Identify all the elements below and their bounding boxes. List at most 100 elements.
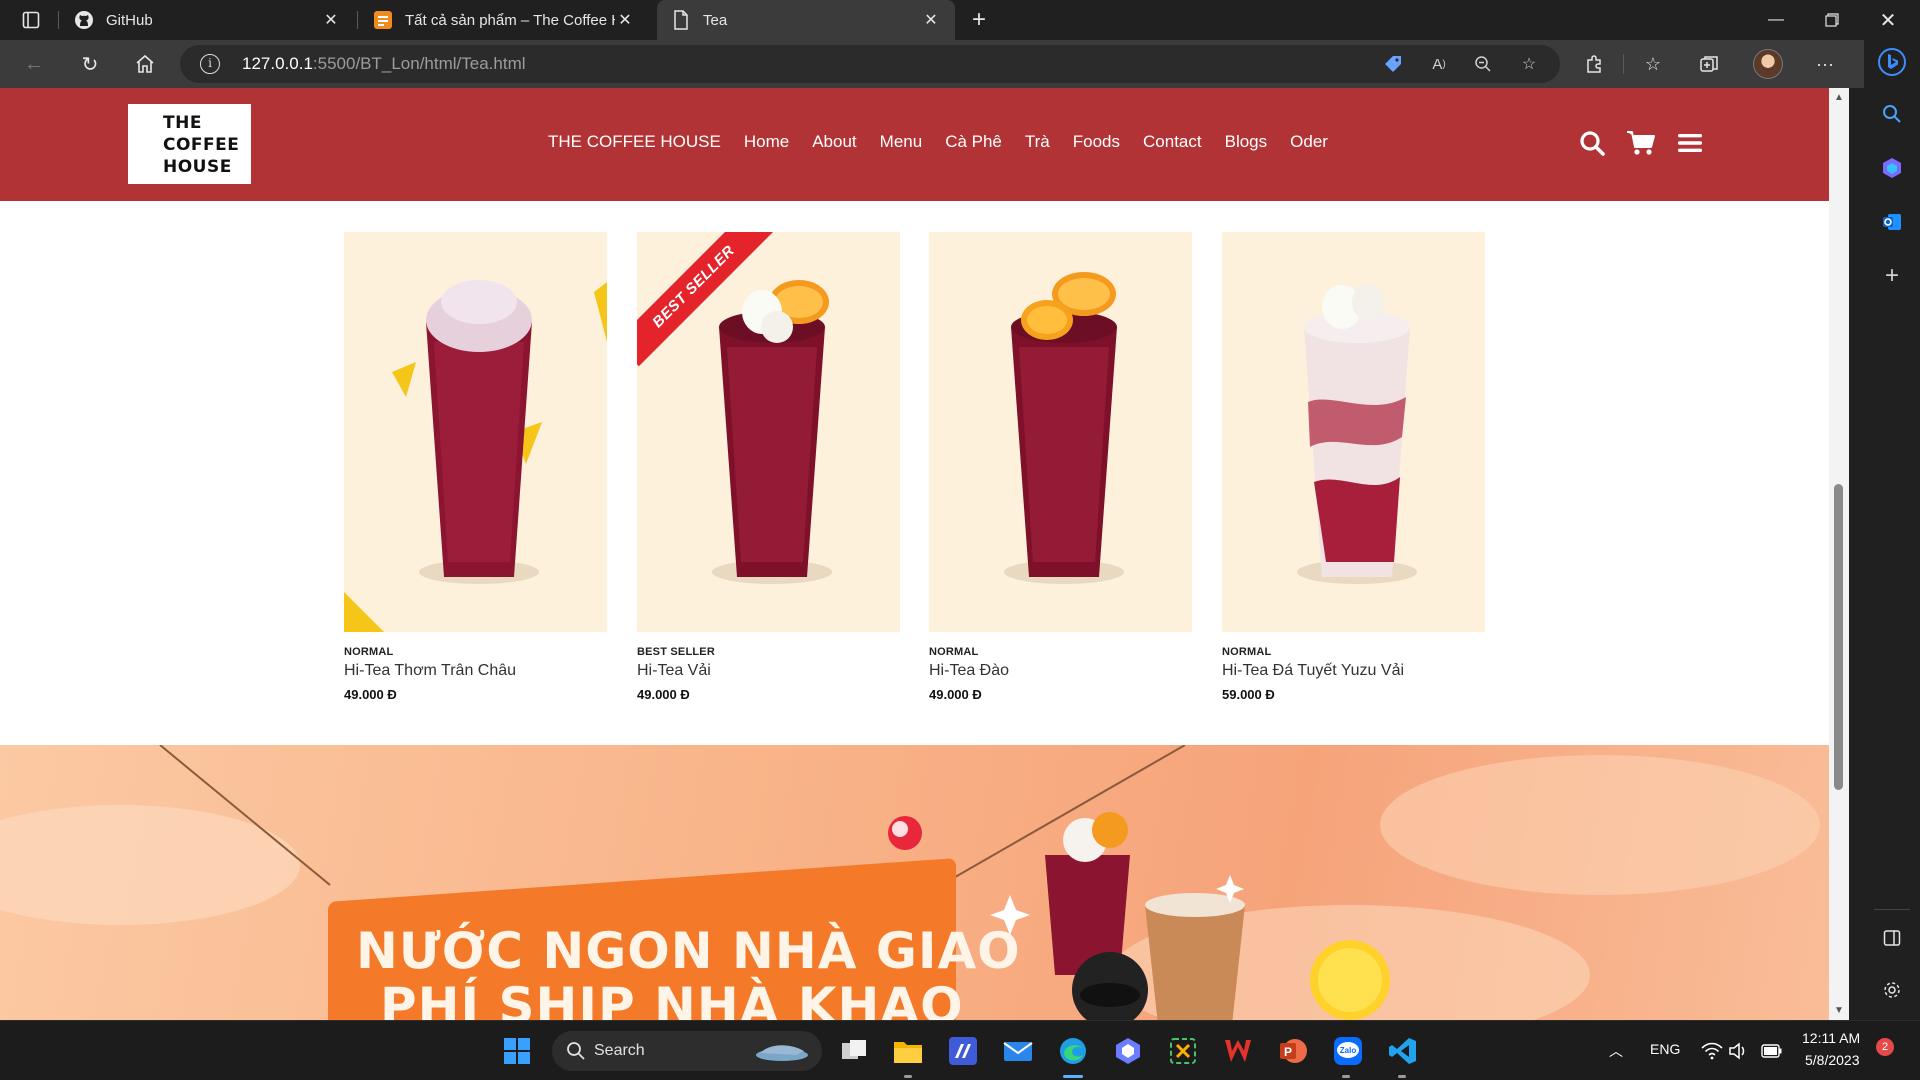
minimize-icon[interactable]: — <box>1748 0 1804 40</box>
vscode-icon[interactable] <box>1383 1031 1423 1071</box>
page-scrollbar[interactable]: ▲ ▼ <box>1829 88 1849 1020</box>
add-sidebar-app-icon[interactable]: + <box>1876 260 1908 292</box>
product-card[interactable]: NORMAL Hi-Tea Đào 49.000 Đ <box>929 232 1192 702</box>
url-input[interactable]: i 127.0.0.1:5500/BT_Lon/html/Tea.html A)… <box>180 45 1560 83</box>
tab-bar: GitHub ✕ Tất cả sản phẩm – The Coffee Ho… <box>0 0 1920 40</box>
restore-icon[interactable] <box>1804 0 1860 40</box>
language-indicator[interactable]: ENG <box>1650 1041 1680 1057</box>
search-label: Search <box>594 1042 645 1059</box>
home-icon[interactable] <box>127 48 163 80</box>
task-view-icon[interactable] <box>834 1031 874 1071</box>
site-logo[interactable]: THE COFFEE HOUSE <box>128 104 251 184</box>
taskbar-search[interactable]: Search <box>552 1031 822 1071</box>
clock-time[interactable]: 12:11 AM <box>1802 1030 1860 1046</box>
search-icon[interactable] <box>1575 126 1609 160</box>
back-icon[interactable]: ← <box>16 48 52 80</box>
bing-chat-icon[interactable] <box>1876 46 1908 78</box>
product-price: 49.000 Đ <box>929 687 982 702</box>
product-card[interactable]: NORMAL Hi-Tea Thơm Trân Châu 49.000 Đ <box>344 232 607 702</box>
tab-title: Tất cả sản phẩm – The Coffee House <box>405 11 615 29</box>
powerpoint-icon[interactable]: P <box>1273 1031 1313 1071</box>
product-tag: BEST SELLER <box>637 646 715 658</box>
product-card[interactable]: BEST SELLER BEST SELLER Hi-Tea Vải 49.00… <box>637 232 900 702</box>
scroll-up-icon[interactable]: ▲ <box>1834 92 1844 103</box>
product-tag: NORMAL <box>1222 646 1272 658</box>
nav-contact[interactable]: Contact <box>1143 132 1202 152</box>
tab-tea[interactable]: Tea ✕ <box>657 0 955 40</box>
svg-text:Zalo: Zalo <box>1340 1046 1357 1055</box>
page-viewport: THE COFFEE HOUSE THE COFFEE HOUSE Home A… <box>0 88 1829 1020</box>
main-nav: THE COFFEE HOUSE Home About Menu Cà Phê … <box>548 132 1351 152</box>
nav-oder[interactable]: Oder <box>1290 132 1328 152</box>
notification-badge[interactable]: 2 <box>1876 1038 1894 1056</box>
profile-avatar[interactable] <box>1753 49 1783 79</box>
product-image[interactable] <box>344 232 607 632</box>
product-image[interactable] <box>929 232 1192 632</box>
cart-icon[interactable] <box>1624 126 1658 160</box>
tab-title: GitHub <box>106 11 153 29</box>
tab-coffee-house[interactable]: Tất cả sản phẩm – The Coffee House ✕ <box>359 0 649 40</box>
copilot-taskbar-icon[interactable] <box>1108 1031 1148 1071</box>
product-image[interactable]: BEST SELLER <box>637 232 900 632</box>
scrollbar-thumb[interactable] <box>1834 484 1843 790</box>
tab-actions-icon[interactable] <box>16 6 46 34</box>
add-favorite-icon[interactable]: ☆ <box>1516 52 1542 76</box>
site-info-icon[interactable]: i <box>200 54 220 74</box>
product-name[interactable]: Hi-Tea Vải <box>637 662 900 680</box>
zalo-icon[interactable]: Zalo <box>1328 1031 1368 1071</box>
svg-text:P: P <box>1284 1045 1292 1059</box>
start-icon[interactable] <box>497 1031 537 1071</box>
url-text: 127.0.0.1:5500/BT_Lon/html/Tea.html <box>242 54 526 73</box>
new-tab-icon[interactable]: + <box>964 6 994 34</box>
scroll-down-icon[interactable]: ▼ <box>1834 1005 1844 1016</box>
close-tab-icon[interactable]: ✕ <box>921 10 941 30</box>
mail-icon[interactable] <box>998 1031 1038 1071</box>
nav-ca-phe[interactable]: Cà Phê <box>945 132 1002 152</box>
coupon-tag-icon[interactable] <box>1380 52 1406 76</box>
nav-brand[interactable]: THE COFFEE HOUSE <box>548 132 721 152</box>
hamburger-menu-icon[interactable] <box>1673 126 1707 160</box>
product-image[interactable] <box>1222 232 1485 632</box>
product-price: 49.000 Đ <box>637 687 690 702</box>
product-name[interactable]: Hi-Tea Thơm Trân Châu <box>344 662 607 680</box>
nav-foods[interactable]: Foods <box>1073 132 1120 152</box>
promo-banner[interactable]: NƯỚC NGON NHÀ GIAO PHÍ SHIP NHÀ KHAO <box>0 745 1829 1020</box>
nav-menu[interactable]: Menu <box>880 132 923 152</box>
copilot-icon[interactable] <box>1876 152 1908 184</box>
file-explorer-icon[interactable] <box>888 1031 928 1071</box>
clock-date[interactable]: 5/8/2023 <box>1805 1052 1860 1068</box>
product-card[interactable]: NORMAL Hi-Tea Đá Tuyết Yuzu Vải 59.000 Đ <box>1222 232 1485 702</box>
zoom-out-icon[interactable] <box>1470 52 1496 76</box>
product-name[interactable]: Hi-Tea Đào <box>929 662 1192 680</box>
search-icon[interactable] <box>1876 98 1908 130</box>
show-hidden-icons-icon[interactable]: ︿ <box>1596 1031 1636 1071</box>
extensions-icon[interactable] <box>1578 50 1610 78</box>
read-aloud-icon[interactable]: A) <box>1426 52 1452 76</box>
address-bar-row: ← ↻ i 127.0.0.1:5500/BT_Lon/html/Tea.htm… <box>0 40 1920 88</box>
collections-icon[interactable] <box>1693 50 1725 78</box>
hide-sidebar-icon[interactable] <box>1876 922 1908 954</box>
nav-blogs[interactable]: Blogs <box>1225 132 1268 152</box>
more-menu-icon[interactable]: ··· <box>1809 50 1841 78</box>
product-name[interactable]: Hi-Tea Đá Tuyết Yuzu Vải <box>1222 662 1485 680</box>
nav-home[interactable]: Home <box>744 132 789 152</box>
draw-app-icon[interactable] <box>943 1031 983 1071</box>
page-icon <box>671 10 691 30</box>
nav-tra[interactable]: Trà <box>1025 132 1050 152</box>
tab-github[interactable]: GitHub ✕ <box>60 0 355 40</box>
github-icon <box>74 10 94 30</box>
nav-about[interactable]: About <box>812 132 856 152</box>
sidebar-settings-icon[interactable] <box>1876 974 1908 1006</box>
refresh-icon[interactable]: ↻ <box>72 48 108 80</box>
banner-headline-2: PHÍ SHIP NHÀ KHAO <box>380 977 964 1020</box>
snipping-tool-icon[interactable] <box>1163 1031 1203 1071</box>
wps-office-icon[interactable] <box>1218 1031 1258 1071</box>
close-tab-icon[interactable]: ✕ <box>615 10 635 30</box>
outlook-icon[interactable] <box>1876 206 1908 238</box>
favorites-icon[interactable]: ☆ <box>1637 50 1669 78</box>
close-window-icon[interactable]: ✕ <box>1860 0 1916 40</box>
edge-browser-icon[interactable] <box>1053 1031 1093 1071</box>
battery-icon[interactable] <box>1752 1031 1792 1071</box>
product-price: 59.000 Đ <box>1222 687 1275 702</box>
close-tab-icon[interactable]: ✕ <box>321 10 341 30</box>
